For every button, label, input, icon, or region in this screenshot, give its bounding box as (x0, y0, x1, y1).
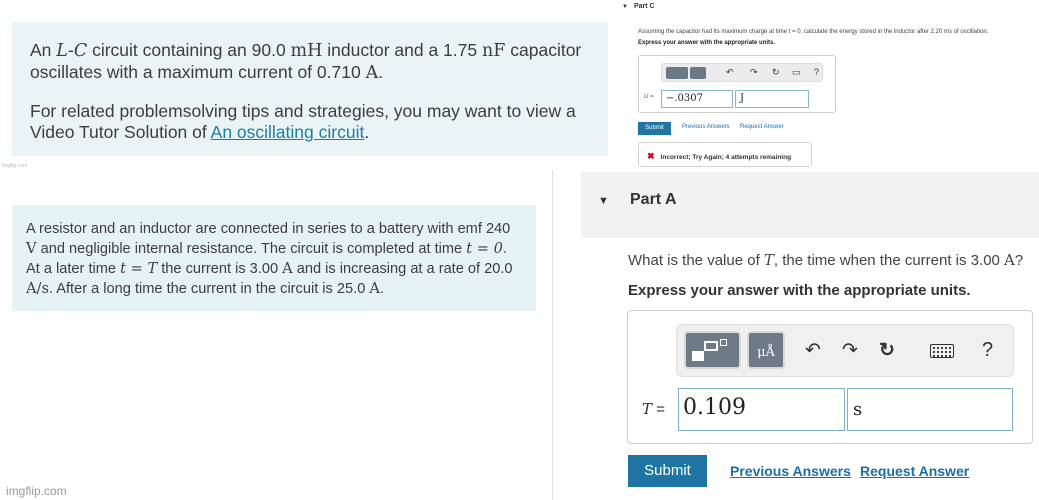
unit: V (26, 240, 37, 257)
part-c-request-answer-link[interactable]: Request Answer (740, 124, 784, 130)
text: capacitor (505, 40, 582, 60)
part-a-value-input[interactable]: 0.109 (678, 388, 845, 431)
unit: A (1004, 251, 1015, 269)
text: , the time when the current is 3.00 (773, 252, 1005, 269)
feedback-text: Incorrect; Try Again; 4 attempts remaini… (660, 154, 792, 161)
tips-text: For related problemsolving tips and stra… (30, 101, 590, 143)
part-a-request-answer-link[interactable]: Request Answer (860, 463, 969, 479)
text: An (30, 40, 57, 60)
divider (552, 170, 553, 500)
part-c-var-label: U = (644, 94, 654, 100)
help-icon[interactable]: ? (982, 339, 993, 362)
unit: A (369, 280, 380, 297)
part-a-question: What is the value of T, the time when th… (628, 251, 1023, 269)
text: oscillates with a maximum current of 0.7… (30, 62, 366, 82)
problem-2-panel: A resistor and an inductor are connected… (12, 205, 536, 311)
watermark: imgflip.com (6, 484, 67, 498)
part-c-submit-button[interactable]: Submit (638, 122, 671, 135)
reset-icon[interactable]: ↻ (772, 67, 780, 78)
part-c-unit-input[interactable]: J (735, 90, 809, 108)
part-c-value-input[interactable]: −.0307 (661, 90, 733, 108)
part-a-var-label: T = (642, 400, 665, 418)
unit: A (365, 63, 379, 83)
part-a-toolbar: μÅ ↶ ↷ ↻ ? (676, 324, 1014, 377)
text: What is the value of (628, 252, 764, 269)
equals-sign: = (656, 401, 665, 418)
templates-icon[interactable] (684, 331, 741, 369)
units-icon[interactable]: μÅ (747, 331, 785, 369)
unit: A/s (26, 280, 49, 297)
part-a-submit-button[interactable]: Submit (628, 455, 707, 487)
math: t = T (120, 260, 158, 277)
part-c-feedback: ✖ Incorrect; Try Again; 4 attempts remain… (638, 142, 812, 167)
part-c-answer-box: ↶ ↷ ↻ ▭ ? U = −.0307 J (638, 55, 836, 113)
collapse-triangle-icon: ▼ (598, 195, 609, 207)
redo-icon[interactable]: ↷ (750, 67, 758, 78)
keyboard-icon[interactable] (930, 344, 954, 358)
problem-1-statement: An L-C circuit containing an 90.0 mH ind… (30, 40, 582, 83)
problem-2-statement: A resistor and an inductor are connected… (26, 220, 522, 299)
text: the current is 3.00 (157, 261, 283, 277)
express-instruction: Express your answer with the appropriate… (628, 282, 971, 299)
unit: nF (481, 41, 506, 61)
text: . (379, 281, 384, 297)
part-a-title: Part A (630, 191, 677, 208)
watermark-small: imgflip.com (2, 163, 28, 169)
text: circuit containing an 90.0 (87, 40, 291, 60)
undo-icon[interactable]: ↶ (805, 339, 821, 362)
part-a-previous-answers-link[interactable]: Previous Answers (730, 463, 851, 479)
units-icon[interactable] (690, 67, 706, 79)
part-c-section: ▼ Part C Assuming the capacitor had its m… (618, 0, 1039, 170)
part-c-title: Part C (633, 3, 655, 10)
text: and is increasing at a rate of 20.0 (292, 261, 513, 277)
express-instruction: Express your answer with the appropriate… (638, 40, 776, 46)
collapse-triangle-icon: ▼ (622, 4, 628, 10)
unit: A (282, 260, 293, 277)
incorrect-x-icon: ✖ (647, 151, 655, 161)
unit: mH (290, 41, 323, 61)
redo-icon[interactable]: ↷ (842, 339, 858, 362)
text: inductor and a 1.75 (322, 40, 482, 60)
math: t = 0 (466, 240, 503, 257)
text: ? (1014, 252, 1024, 269)
circuit-symbol: L-C (56, 41, 88, 61)
part-a-answer-box: μÅ ↶ ↷ ↻ ? T = 0.109 s (627, 310, 1033, 444)
var-symbol: T (642, 400, 653, 418)
problem-1-panel: An L-C circuit containing an 90.0 mH ind… (12, 22, 608, 156)
text: A resistor and an inductor are connected… (26, 221, 511, 237)
keyboard-icon[interactable]: ▭ (792, 67, 801, 78)
part-c-header[interactable]: ▼ Part C (622, 3, 655, 10)
reset-icon[interactable]: ↻ (879, 339, 895, 362)
text: . (364, 122, 370, 142)
text: . After a long time the current in the c… (48, 281, 370, 297)
part-a-unit-input[interactable]: s (847, 388, 1013, 431)
templates-icon[interactable] (666, 67, 688, 79)
part-c-previous-answers-link[interactable]: Previous Answers (682, 124, 730, 130)
text: and negligible internal resistance. The … (36, 241, 467, 257)
video-tutor-link[interactable]: An oscillating circuit (211, 122, 365, 142)
undo-icon[interactable]: ↶ (726, 67, 734, 78)
part-c-toolbar: ↶ ↷ ↻ ▭ ? (661, 63, 823, 82)
question-text: Assuming the capacitor had its maximum c… (638, 29, 989, 35)
part-a-header[interactable]: ▼ Part A (581, 172, 1039, 238)
help-icon[interactable]: ? (814, 67, 819, 77)
math: T (763, 251, 774, 269)
part-c-question: Assuming the capacitor had its maximum c… (638, 29, 1038, 46)
